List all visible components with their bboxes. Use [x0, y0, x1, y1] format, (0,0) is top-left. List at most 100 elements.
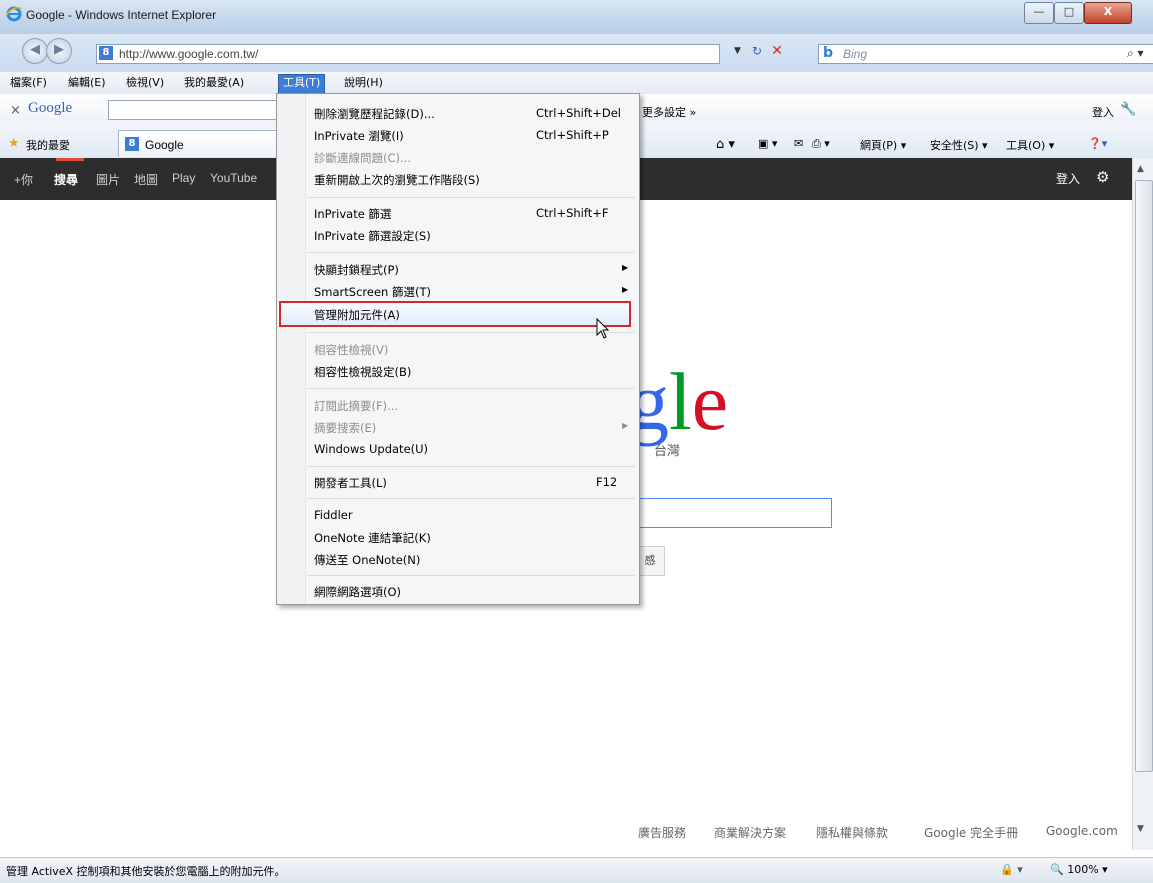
- vertical-scrollbar[interactable]: ▲ ▼: [1132, 158, 1153, 850]
- footer-link-privacy[interactable]: 隱私權與條款: [816, 824, 888, 841]
- forward-button[interactable]: ▶: [46, 38, 72, 64]
- ie-logo-icon: [5, 6, 22, 22]
- favorites-star-icon[interactable]: ★: [8, 136, 20, 151]
- tools-command-menu[interactable]: 工具(O) ▾: [1006, 137, 1054, 153]
- safety-menu[interactable]: 安全性(S) ▾: [930, 137, 988, 153]
- search-input[interactable]: b Bing ⌕ ▾: [818, 44, 1153, 64]
- menu-item-shortcut: Ctrl+Shift+P: [536, 128, 609, 142]
- google-search-input[interactable]: [636, 498, 832, 528]
- scroll-up-icon[interactable]: ▲: [1137, 164, 1144, 174]
- menu-item-compat-view[interactable]: 相容性檢視(V): [286, 338, 630, 360]
- close-button[interactable]: X: [1084, 2, 1132, 24]
- home-icon[interactable]: ⌂ ▾: [716, 137, 735, 152]
- menu-bar: 檔案(F) 編輯(E) 檢視(V) 我的最愛(A) 工具(T) 說明(H): [0, 72, 1153, 95]
- url-text: http://www.google.com.tw/: [119, 47, 259, 61]
- page-menu[interactable]: 網頁(P) ▾: [860, 137, 906, 153]
- menu-separator: [307, 252, 635, 253]
- menu-item-label: InPrivate 篩選: [314, 207, 392, 221]
- menu-item-manage-addons[interactable]: 管理附加元件(A): [286, 303, 630, 325]
- menu-item-compat-settings[interactable]: 相容性檢視設定(B): [286, 360, 630, 382]
- menu-item-shortcut: Ctrl+Shift+Del: [536, 106, 621, 120]
- nav-images[interactable]: 圖片: [96, 171, 120, 188]
- menu-help[interactable]: 說明(H): [340, 75, 387, 93]
- print-icon[interactable]: ⎙ ▾: [812, 137, 830, 151]
- search-placeholder: Bing: [843, 47, 868, 61]
- menu-separator: [307, 332, 635, 333]
- footer-link-business[interactable]: 商業解決方案: [714, 824, 786, 841]
- feeds-icon[interactable]: ▣ ▾: [758, 137, 777, 150]
- footer: 廣告服務 商業解決方案 隱私權與條款 Google 完全手冊 Google.co…: [0, 818, 1132, 848]
- menu-item-inprivate-filter[interactable]: InPrivate 篩選 Ctrl+Shift+F: [286, 202, 630, 224]
- stop-icon[interactable]: ✕: [768, 43, 786, 61]
- menu-item-subscribe-feed[interactable]: 訂閱此摘要(F)...: [286, 394, 630, 416]
- status-bar: 管理 ActiveX 控制項和其他安裝於您電腦上的附加元件。 🔒 ▾ 🔍 100…: [0, 857, 1153, 883]
- favorites-label[interactable]: 我的最愛: [26, 137, 70, 153]
- nav-plus-you[interactable]: +你: [14, 171, 33, 188]
- search-icon[interactable]: ⌕ ▾: [1127, 46, 1144, 61]
- help-icon[interactable]: ❓▾: [1088, 137, 1107, 150]
- menu-item-popup-blocker[interactable]: 快顯封鎖程式(P) ▶: [286, 258, 630, 280]
- toolbar-signin[interactable]: 登入: [1092, 104, 1114, 120]
- footer-link-guide[interactable]: Google 完全手冊: [924, 824, 1018, 841]
- menu-favorites[interactable]: 我的最愛(A): [180, 75, 248, 93]
- scroll-thumb[interactable]: [1135, 180, 1153, 772]
- menu-item-inprivate-browse[interactable]: InPrivate 瀏覽(I) Ctrl+Shift+P: [286, 124, 630, 146]
- menu-item-reopen-session[interactable]: 重新開啟上次的瀏覽工作階段(S): [286, 168, 630, 190]
- menu-item-onenote-linked[interactable]: OneNote 連結筆記(K): [286, 526, 630, 548]
- footer-link-ads[interactable]: 廣告服務: [638, 824, 686, 841]
- zoom-level[interactable]: 🔍 100% ▾: [1050, 863, 1108, 876]
- nav-search[interactable]: 搜尋: [54, 171, 78, 188]
- menu-view[interactable]: 檢視(V): [122, 75, 168, 93]
- menu-item-label: 開發者工具(L): [314, 476, 387, 490]
- menu-item-smartscreen[interactable]: SmartScreen 篩選(T) ▶: [286, 280, 630, 302]
- menu-edit[interactable]: 編輯(E): [64, 75, 110, 93]
- close-toolbar-icon[interactable]: ×: [10, 103, 21, 118]
- mail-icon[interactable]: ✉: [794, 137, 803, 150]
- tools-dropdown-menu: 刪除瀏覽歷程記錄(D)... Ctrl+Shift+Del InPrivate 瀏…: [276, 93, 640, 605]
- refresh-icon[interactable]: ↻: [748, 44, 766, 62]
- menu-item-internet-options[interactable]: 網際網路選項(O): [286, 580, 630, 602]
- title-bar: Google - Windows Internet Explorer — □ X: [0, 0, 1153, 35]
- menu-file[interactable]: 檔案(F): [6, 75, 51, 93]
- nav-youtube[interactable]: YouTube: [210, 171, 257, 185]
- wrench-icon[interactable]: 🔧: [1120, 102, 1136, 117]
- more-settings-link[interactable]: 更多設定 »: [642, 104, 696, 120]
- menu-item-label: 重新開啟上次的瀏覽工作階段(S): [314, 173, 480, 187]
- toolbar-search-input[interactable]: [108, 100, 280, 120]
- nav-play[interactable]: Play: [172, 171, 195, 185]
- search-button-fragment[interactable]: 感: [636, 546, 665, 576]
- gear-icon[interactable]: ⚙: [1096, 168, 1109, 186]
- menu-item-delete-history[interactable]: 刪除瀏覽歷程記錄(D)... Ctrl+Shift+Del: [286, 102, 630, 124]
- menu-item-send-onenote[interactable]: 傳送至 OneNote(N): [286, 548, 630, 570]
- nav-maps[interactable]: 地圖: [134, 171, 158, 188]
- menu-item-dev-tools[interactable]: 開發者工具(L) F12: [286, 471, 630, 493]
- menu-item-inprivate-filter-settings[interactable]: InPrivate 篩選設定(S): [286, 224, 630, 246]
- menu-item-label: 管理附加元件(A): [314, 308, 400, 322]
- menu-tools[interactable]: 工具(T): [278, 74, 326, 94]
- zoom-icon: 🔍: [1050, 863, 1064, 876]
- menu-item-label: 相容性檢視設定(B): [314, 365, 412, 379]
- zoom-value: 100%: [1067, 863, 1099, 876]
- footer-link-googlecom[interactable]: Google.com: [1046, 824, 1118, 838]
- menu-item-label: Windows Update(U): [314, 442, 429, 456]
- google-signin[interactable]: 登入: [1056, 170, 1080, 187]
- menu-separator: [307, 498, 635, 499]
- submenu-arrow-icon: ▶: [622, 263, 629, 272]
- menu-item-shortcut: Ctrl+Shift+F: [536, 206, 609, 220]
- url-dropdown-icon[interactable]: ▼: [734, 46, 741, 56]
- menu-item-feed-discovery[interactable]: 摘要搜索(E) ▶: [286, 416, 630, 438]
- menu-item-label: InPrivate 瀏覽(I): [314, 129, 404, 143]
- menu-item-windows-update[interactable]: Windows Update(U): [286, 438, 630, 460]
- minimize-button[interactable]: —: [1024, 2, 1054, 24]
- scroll-down-icon[interactable]: ▼: [1137, 824, 1144, 834]
- zone-icon[interactable]: 🔒 ▾: [1000, 863, 1023, 876]
- menu-item-diagnose[interactable]: 診斷連線問題(C)...: [286, 146, 630, 168]
- menu-item-fiddler[interactable]: Fiddler: [286, 504, 630, 526]
- logo-letter: l: [669, 356, 692, 447]
- maximize-button[interactable]: □: [1054, 2, 1084, 24]
- url-input[interactable]: 8 http://www.google.com.tw/: [96, 44, 720, 64]
- back-button[interactable]: ◀: [22, 38, 48, 64]
- tab-google[interactable]: 8 Google: [118, 130, 278, 157]
- status-text: 管理 ActiveX 控制項和其他安裝於您電腦上的附加元件。: [6, 865, 286, 878]
- menu-item-label: 快顯封鎖程式(P): [314, 263, 399, 277]
